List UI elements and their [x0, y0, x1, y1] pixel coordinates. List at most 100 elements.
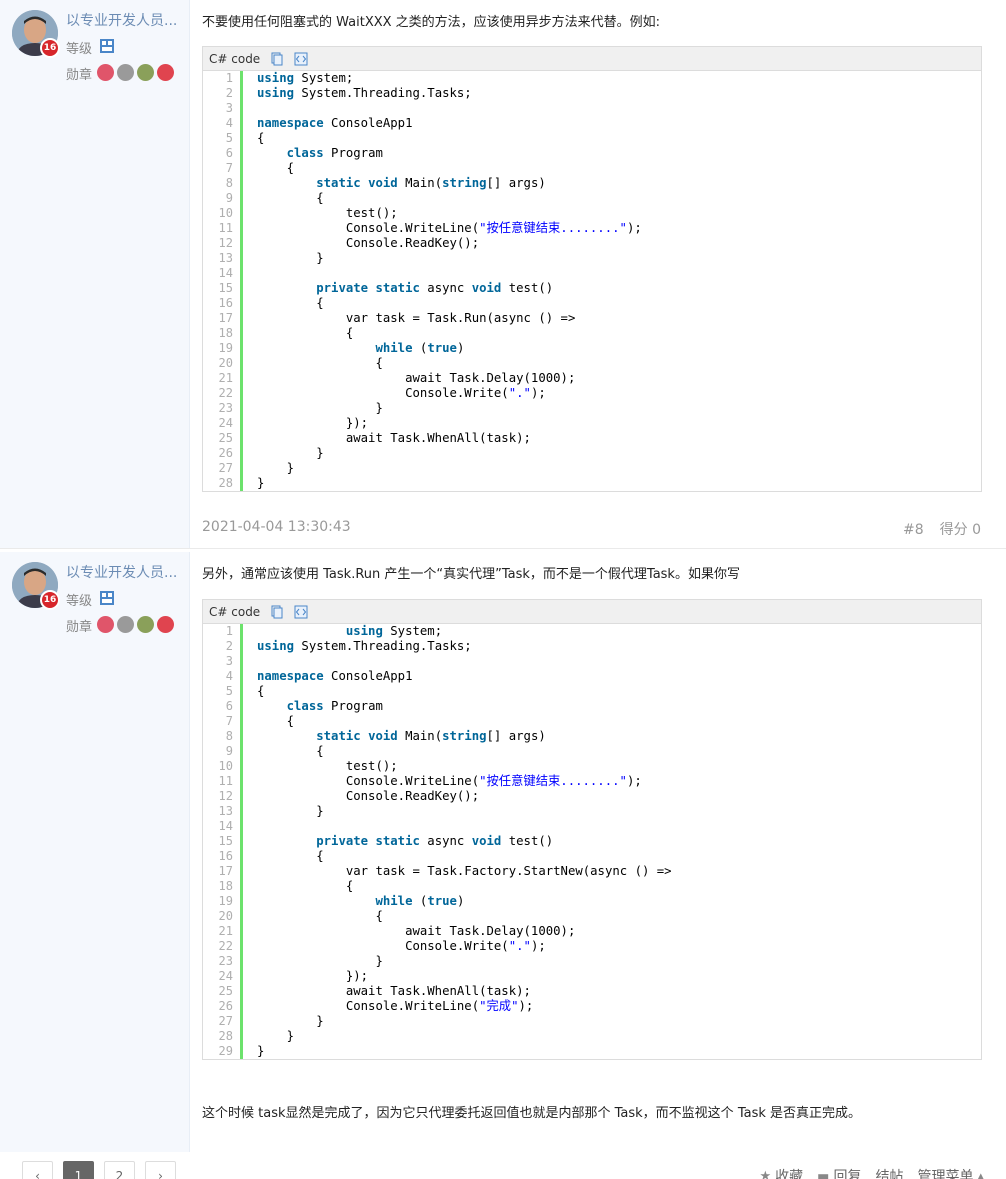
- code-text: class Program: [286, 146, 383, 160]
- code-line: 7 {: [203, 714, 981, 729]
- medal-icon[interactable]: [157, 64, 174, 81]
- code-text: }: [257, 1044, 265, 1058]
- line-number: 2: [225, 86, 233, 100]
- code-text: }: [257, 461, 295, 475]
- level-badge: 16: [40, 38, 60, 58]
- code-text: Console.WriteLine("完成");: [257, 999, 534, 1013]
- close-thread-button[interactable]: 结帖: [875, 1166, 903, 1179]
- favorite-button[interactable]: ★ 收藏: [760, 1166, 804, 1179]
- forum-thread-page: 16 以专业开发人员... 等级 勋章 不要使用任何阻塞式的 WaitXXX 之…: [0, 0, 1006, 1179]
- code-text: using System;: [345, 624, 443, 638]
- line-number: 13: [218, 804, 233, 818]
- code-line: 3: [203, 101, 981, 116]
- code-text: Console.WriteLine("按任意键结束........");: [257, 774, 642, 788]
- reply-label: 回复: [833, 1169, 862, 1179]
- code-text: while (true): [375, 341, 465, 355]
- admin-menu-button[interactable]: 管理菜单 ▴: [917, 1166, 984, 1179]
- code-line: 12 Console.ReadKey();: [203, 789, 981, 804]
- code-text: }: [257, 1014, 324, 1028]
- level-label: 等级: [66, 594, 93, 609]
- code-line: 8 static void Main(string[] args): [203, 176, 981, 191]
- medal-icon[interactable]: [137, 64, 154, 81]
- code-text: var task = Task.Factory.StartNew(async (…: [257, 864, 672, 878]
- code-line: 17 var task = Task.Run(async () =>: [203, 311, 981, 326]
- code-text: });: [257, 969, 369, 983]
- code-text: using System.Threading.Tasks;: [257, 639, 472, 653]
- medal-list: [97, 64, 174, 81]
- score-text: 得分 0: [939, 522, 981, 538]
- pager-prev-button[interactable]: ‹: [22, 1161, 53, 1179]
- line-number: 21: [218, 924, 233, 938]
- thread-actions: ★ 收藏 ▬ 回复 结帖 管理菜单 ▴: [760, 1166, 984, 1179]
- medal-icon[interactable]: [157, 616, 174, 633]
- copy-icon[interactable]: [270, 52, 284, 66]
- line-number: 4: [225, 669, 233, 683]
- reply-button[interactable]: ▬ 回复: [817, 1166, 861, 1179]
- medal-icon[interactable]: [117, 616, 134, 633]
- reply-post: 16 以专业开发人员... 等级 勋章 不要使用任何阻塞式的 WaitXXX 之…: [0, 0, 1006, 548]
- caret-up-icon: ▴: [977, 1168, 984, 1179]
- pager-page-1[interactable]: 1: [63, 1161, 94, 1179]
- line-number: 22: [218, 939, 233, 953]
- code-line: 13 }: [203, 804, 981, 819]
- line-number: 28: [218, 476, 233, 490]
- code-line: 17 var task = Task.Factory.StartNew(asyn…: [203, 864, 981, 879]
- line-number: 26: [218, 999, 233, 1013]
- medal-icon[interactable]: [97, 616, 114, 633]
- code-text: {: [257, 714, 295, 728]
- line-number: 10: [218, 206, 233, 220]
- user-sidebar: 16 以专业开发人员... 等级 勋章: [0, 0, 190, 548]
- code-line: 20 {: [203, 356, 981, 371]
- code-text: static void Main(string[] args): [316, 176, 546, 190]
- code-text: var task = Task.Run(async () =>: [257, 311, 576, 325]
- code-language: C# code: [209, 604, 261, 619]
- code-text: });: [257, 416, 369, 430]
- view-source-icon[interactable]: [294, 52, 308, 66]
- medal-icon[interactable]: [117, 64, 134, 81]
- code-line: 2 using System.Threading.Tasks;: [203, 639, 981, 654]
- code-text: using System.Threading.Tasks;: [257, 86, 472, 100]
- code-lines: 1 using System; 2 using System.Threading.T…: [203, 624, 981, 1059]
- pager-next-button[interactable]: ›: [145, 1161, 176, 1179]
- line-number: 12: [218, 236, 233, 250]
- code-line: 14: [203, 266, 981, 281]
- code-line: 11 Console.WriteLine("按任意键结束........");: [203, 221, 981, 236]
- line-number: 17: [218, 311, 233, 325]
- line-number: 29: [218, 1044, 233, 1058]
- line-number: 5: [225, 684, 233, 698]
- medal-list: [97, 616, 174, 633]
- line-number: 14: [218, 819, 233, 833]
- username-link[interactable]: 以专业开发人员...: [66, 562, 177, 582]
- level-icon: [100, 39, 114, 53]
- code-line: 26 }: [203, 446, 981, 461]
- code-text: {: [257, 191, 324, 205]
- code-line: 23 }: [203, 954, 981, 969]
- line-number: 22: [218, 386, 233, 400]
- line-number: 19: [218, 894, 233, 908]
- code-text: }: [257, 954, 383, 968]
- code-text: }: [257, 476, 265, 490]
- pager-page-2[interactable]: 2: [104, 1161, 135, 1179]
- copy-icon[interactable]: [270, 605, 284, 619]
- code-line: 24 });: [203, 416, 981, 431]
- pagination: ‹ 1 2 ›: [22, 1161, 176, 1179]
- code-line: 21 await Task.Delay(1000);: [203, 371, 981, 386]
- code-line: 1 using System;: [203, 624, 981, 639]
- medal-label: 勋章: [66, 620, 93, 635]
- code-line: 19 while (true): [203, 341, 981, 356]
- username-link[interactable]: 以专业开发人员...: [66, 10, 177, 30]
- line-number: 9: [225, 191, 233, 205]
- code-line: 5{: [203, 684, 981, 699]
- line-number: 10: [218, 759, 233, 773]
- line-number: 27: [218, 461, 233, 475]
- code-line: 11 Console.WriteLine("按任意键结束........");: [203, 774, 981, 789]
- medal-icon[interactable]: [97, 64, 114, 81]
- admin-menu-label: 管理菜单: [917, 1169, 974, 1179]
- floor-number[interactable]: #8: [903, 522, 924, 538]
- medal-icon[interactable]: [137, 616, 154, 633]
- level-icon: [100, 591, 114, 605]
- favorite-label: 收藏: [775, 1169, 804, 1179]
- line-number: 28: [218, 1029, 233, 1043]
- view-source-icon[interactable]: [294, 605, 308, 619]
- code-text: {: [257, 161, 295, 175]
